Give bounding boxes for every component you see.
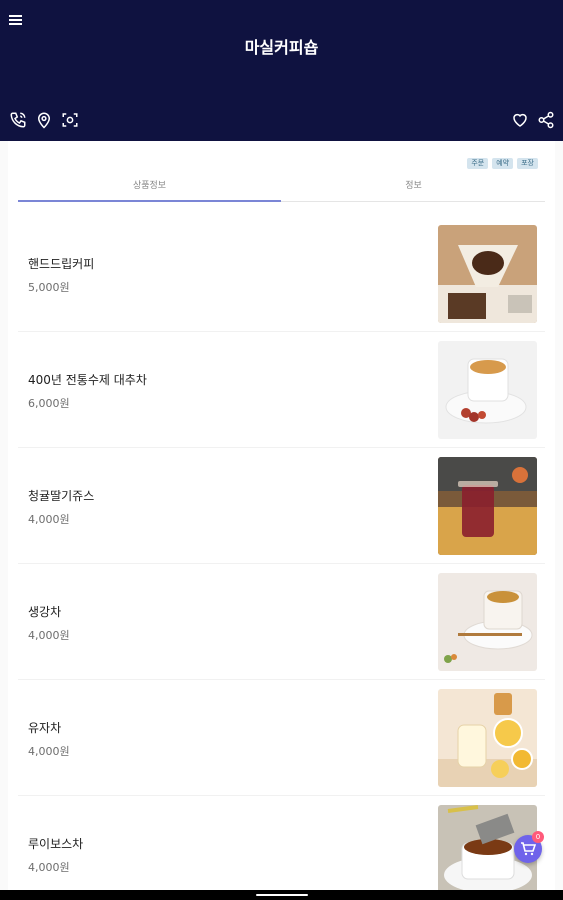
product-image [438,689,537,787]
product-price: 4,000원 [28,513,70,526]
service-badges: 주문 예약 포장 [467,158,538,169]
content-area: 주문 예약 포장 상품정보 정보 핸드드립커피 5,000원 400년 전통수제… [0,141,563,890]
product-name: 청귤딸기쥬스 [28,489,95,503]
app-header: 마실커피숍 [0,0,563,141]
cart-button[interactable]: 0 [514,831,544,863]
page-title: 마실커피숍 [244,38,319,57]
product-price: 6,000원 [28,397,70,410]
product-image [438,225,537,323]
product-image [438,457,537,555]
product-price: 5,000원 [28,281,70,294]
product-item[interactable]: 400년 전통수제 대추차 6,000원 [18,331,545,448]
menu-icon[interactable] [9,12,23,26]
product-image [438,573,537,671]
tab-bar: 상품정보 정보 [18,172,545,202]
product-price: 4,000원 [28,629,70,642]
product-name: 유자차 [28,721,62,735]
product-name: 생강차 [28,605,62,619]
tab-info[interactable]: 정보 [282,178,545,191]
product-item[interactable]: 핸드드립커피 5,000원 [18,215,545,332]
product-name: 400년 전통수제 대추차 [28,373,147,387]
home-handle[interactable] [256,894,308,896]
badge-reservation: 예약 [492,158,514,169]
product-item[interactable]: 유자차 4,000원 [18,679,545,796]
share-icon[interactable] [537,111,555,129]
cart-icon [521,842,536,856]
tab-product-info[interactable]: 상품정보 [18,178,281,191]
badge-order: 주문 [467,158,489,169]
active-tab-indicator [18,200,281,202]
location-icon[interactable] [35,111,53,129]
product-name: 루이보스차 [28,837,84,851]
product-price: 4,000원 [28,745,70,758]
product-item[interactable]: 생강차 4,000원 [18,563,545,680]
product-image [438,341,537,439]
product-price: 4,000원 [28,861,70,874]
badge-takeout: 포장 [517,158,538,169]
product-item[interactable]: 청귤딸기쥬스 4,000원 [18,447,545,564]
scan-icon[interactable] [61,111,79,129]
cart-count-badge: 0 [532,831,544,843]
system-nav-bar [0,890,563,900]
product-item[interactable]: 루이보스차 4,000원 [18,795,545,890]
heart-icon[interactable] [511,111,529,129]
phone-icon[interactable] [9,111,27,129]
product-name: 핸드드립커피 [28,257,95,271]
